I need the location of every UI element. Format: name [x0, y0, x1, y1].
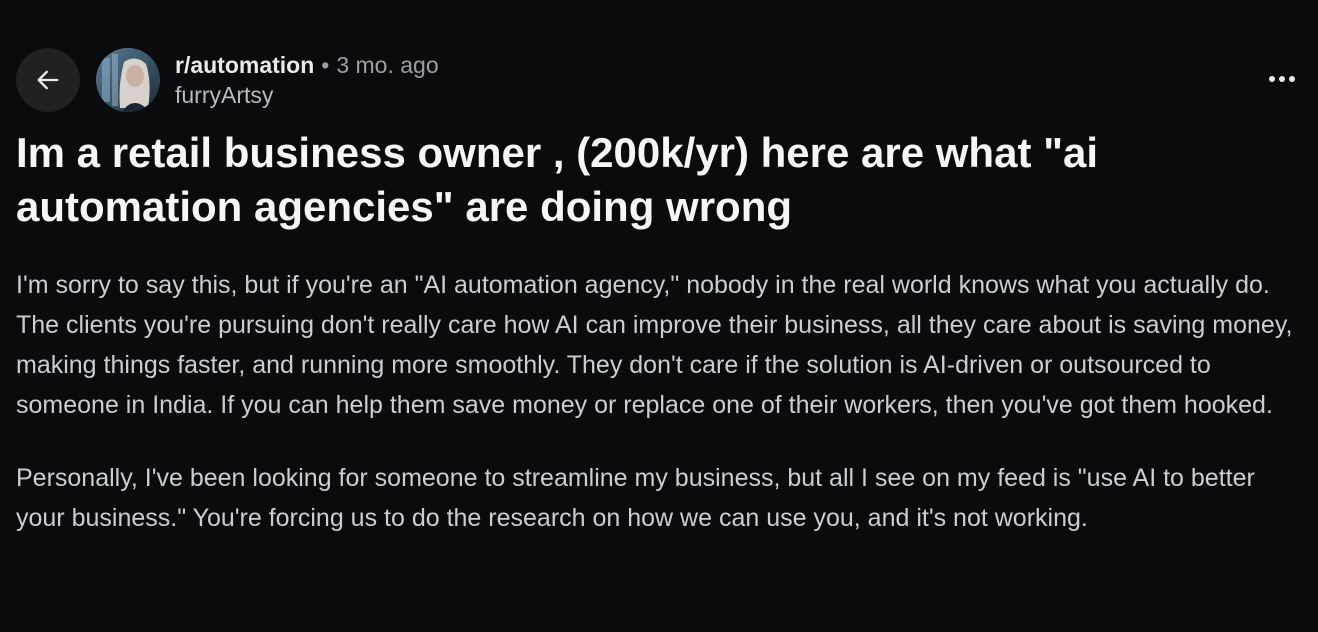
- post-age: 3 mo. ago: [336, 52, 439, 78]
- post-paragraph: Personally, I've been looking for someon…: [16, 464, 1255, 532]
- back-button[interactable]: [16, 48, 80, 112]
- meta-separator: •: [321, 52, 330, 78]
- meta-line: r/automation • 3 mo. ago: [175, 50, 439, 80]
- author-link[interactable]: furryArtsy: [175, 80, 439, 110]
- avatar-image: [96, 48, 160, 112]
- more-horizontal-icon: [1269, 76, 1295, 82]
- post-meta: r/automation • 3 mo. ago furryArtsy: [175, 50, 439, 110]
- more-options-button[interactable]: [1262, 64, 1302, 94]
- post-title: Im a retail business owner , (200k/yr) h…: [16, 129, 1099, 230]
- post-paragraph: I'm sorry to say this, but if you're an …: [16, 271, 1293, 419]
- post-body: I'm sorry to say this, but if you're an …: [16, 265, 1306, 571]
- arrow-left-icon: [37, 70, 59, 90]
- user-avatar[interactable]: [96, 48, 160, 112]
- subreddit-link[interactable]: r/automation: [175, 52, 314, 78]
- post-header: r/automation • 3 mo. ago furryArtsy: [16, 46, 1306, 116]
